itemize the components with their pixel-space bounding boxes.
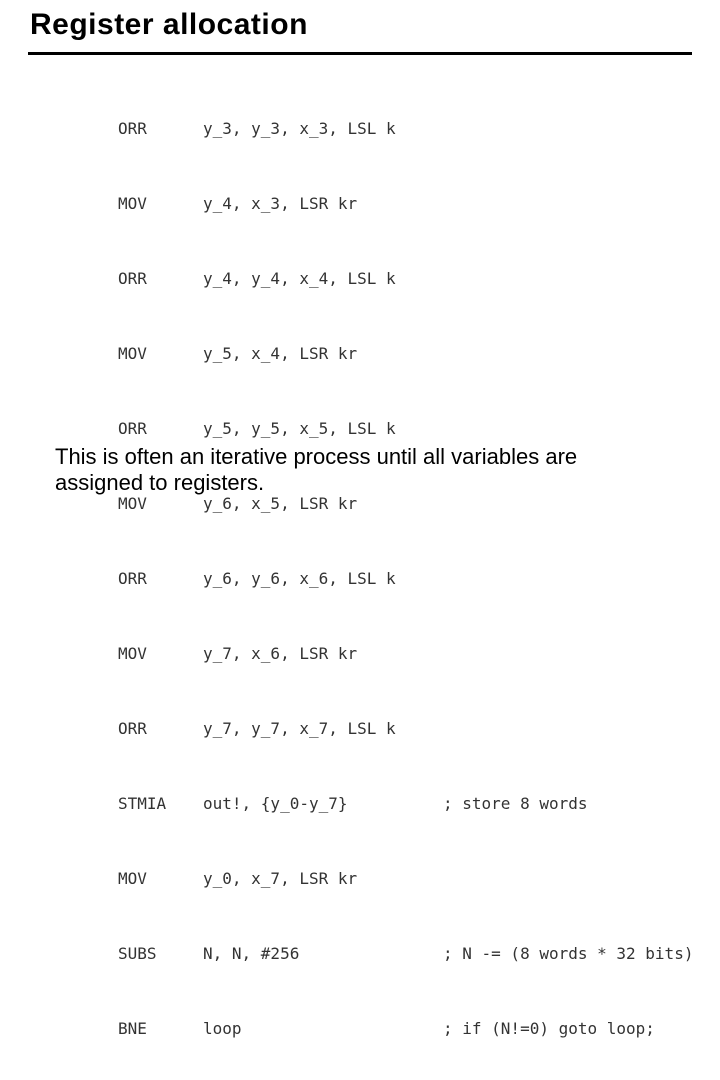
mnemonic: ORR xyxy=(118,716,203,741)
operands: out!, {y_0-y_7} xyxy=(203,791,443,816)
operands: y_3, y_3, x_3, LSL k xyxy=(203,116,443,141)
code-row: MOVy_4, x_3, LSR kr xyxy=(118,191,693,216)
operands: y_7, x_6, LSR kr xyxy=(203,641,443,666)
mnemonic: BNE xyxy=(118,1016,203,1041)
operands: y_6, y_6, x_6, LSL k xyxy=(203,566,443,591)
code-row: MOVy_5, x_4, LSR kr xyxy=(118,341,693,366)
operands: y_4, x_3, LSR kr xyxy=(203,191,443,216)
operands: y_7, y_7, x_7, LSL k xyxy=(203,716,443,741)
page-title: Register allocation xyxy=(30,8,308,42)
operands: y_4, y_4, x_4, LSL k xyxy=(203,266,443,291)
mnemonic: MOV xyxy=(118,866,203,891)
mnemonic: STMIA xyxy=(118,791,203,816)
mnemonic: SUBS xyxy=(118,941,203,966)
mnemonic: ORR xyxy=(118,266,203,291)
mnemonic: MOV xyxy=(118,191,203,216)
mnemonic: ORR xyxy=(118,416,203,441)
code-row: SUBSN, N, #256; N -= (8 words * 32 bits) xyxy=(118,941,693,966)
operands: N, N, #256 xyxy=(203,941,443,966)
operands: y_0, x_7, LSR kr xyxy=(203,866,443,891)
code-row: MOVy_7, x_6, LSR kr xyxy=(118,641,693,666)
code-row: ORRy_4, y_4, x_4, LSL k xyxy=(118,266,693,291)
comment: ; N -= (8 words * 32 bits) xyxy=(443,944,693,963)
comment: ; store 8 words xyxy=(443,794,588,813)
mnemonic: MOV xyxy=(118,641,203,666)
code-row: ORRy_3, y_3, x_3, LSL k xyxy=(118,116,693,141)
code-row: ORRy_6, y_6, x_6, LSL k xyxy=(118,566,693,591)
operands: y_5, x_4, LSR kr xyxy=(203,341,443,366)
mnemonic: ORR xyxy=(118,566,203,591)
divider xyxy=(28,52,692,55)
code-row: ORRy_7, y_7, x_7, LSL k xyxy=(118,716,693,741)
mnemonic: ORR xyxy=(118,116,203,141)
assembly-listing: ORRy_3, y_3, x_3, LSL k MOVy_4, x_3, LSR… xyxy=(118,66,693,1080)
comment: ; if (N!=0) goto loop; xyxy=(443,1019,655,1038)
mnemonic: MOV xyxy=(118,341,203,366)
operands: y_5, y_5, x_5, LSL k xyxy=(203,416,443,441)
code-row: ORRy_5, y_5, x_5, LSL k xyxy=(118,416,693,441)
footnote-text: This is often an iterative process until… xyxy=(55,444,665,496)
operands: loop xyxy=(203,1016,443,1041)
slide: Register allocation ORRy_3, y_3, x_3, LS… xyxy=(0,0,720,540)
code-row: STMIAout!, {y_0-y_7}; store 8 words xyxy=(118,791,693,816)
code-row: MOVy_0, x_7, LSR kr xyxy=(118,866,693,891)
code-row: BNEloop; if (N!=0) goto loop; xyxy=(118,1016,693,1041)
